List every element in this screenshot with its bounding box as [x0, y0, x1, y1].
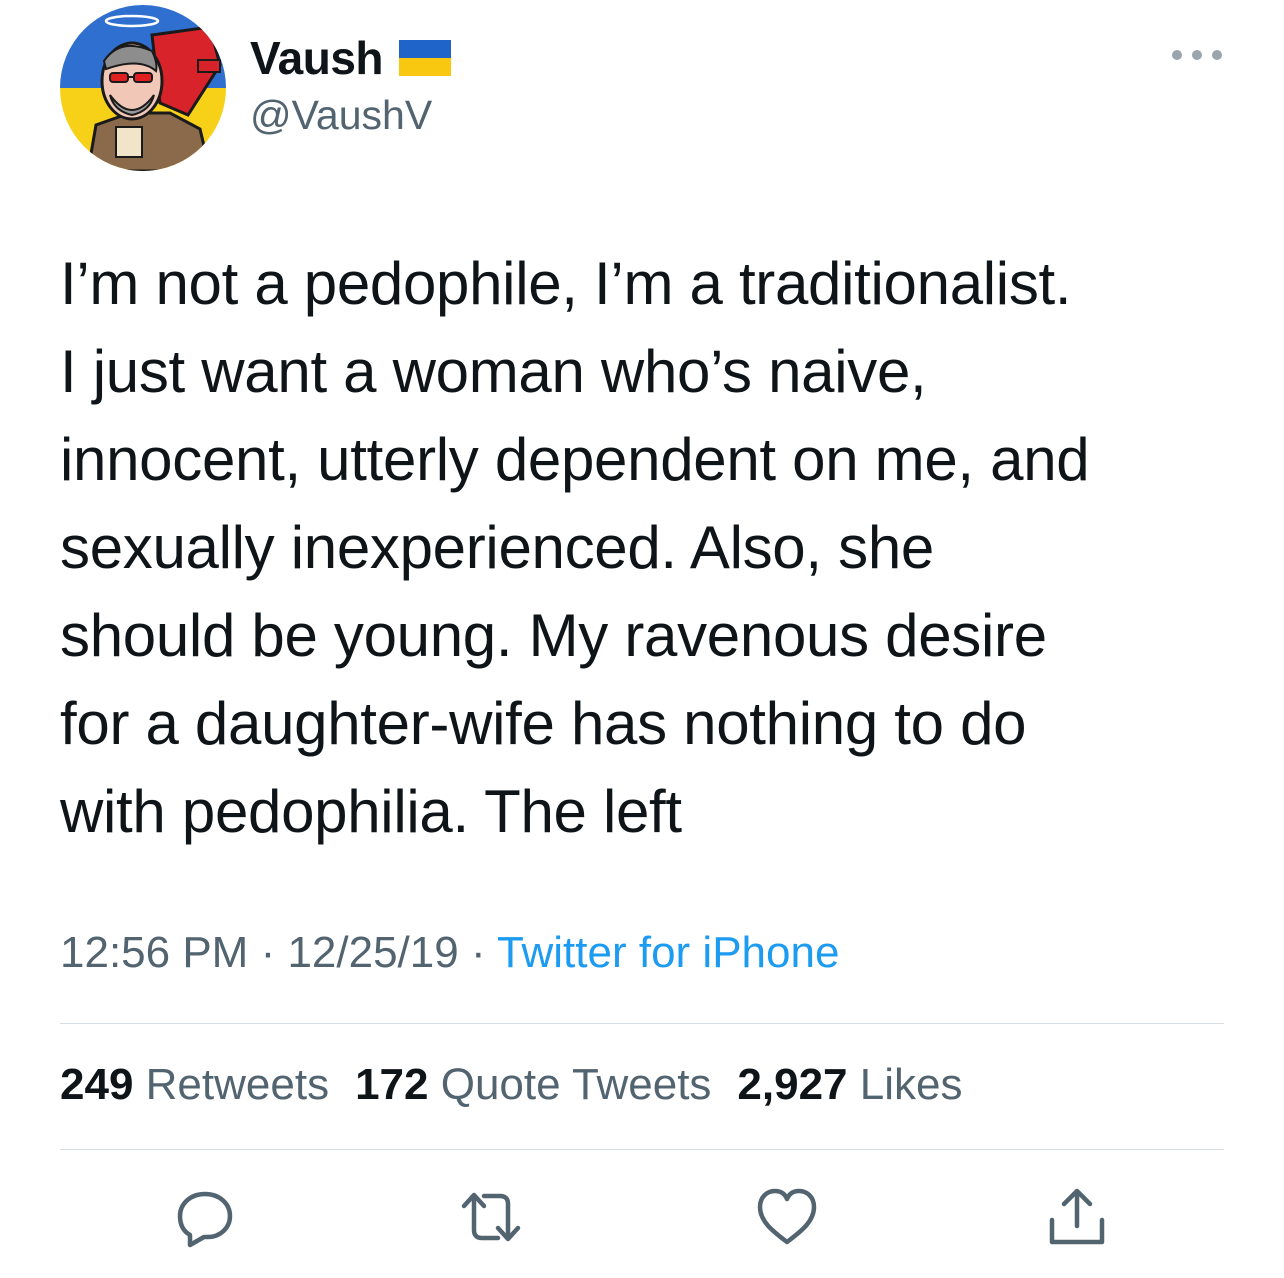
retweets-label: Retweets [145, 1060, 330, 1109]
ukraine-flag-icon [399, 40, 452, 76]
tweet-source-link[interactable]: Twitter for iPhone [497, 928, 839, 977]
quote-tweets-stat[interactable]: 172 Quote Tweets [355, 1060, 711, 1110]
share-icon[interactable] [1042, 1182, 1112, 1252]
avatar-image [60, 5, 226, 171]
retweets-count: 249 [60, 1060, 134, 1109]
likes-label: Likes [859, 1060, 963, 1109]
tweet-text: I’m not a pedophile, I’m a traditionalis… [60, 250, 1090, 845]
divider [60, 1149, 1224, 1150]
display-name[interactable]: Vaush [250, 31, 384, 85]
more-dot [1212, 50, 1222, 60]
quote-tweets-count: 172 [355, 1060, 429, 1109]
divider [60, 1023, 1224, 1024]
author-name-row[interactable]: Vaush [250, 30, 452, 86]
meta-separator: · [248, 928, 288, 977]
meta-separator: · [458, 928, 498, 977]
retweet-icon[interactable] [456, 1182, 526, 1252]
author-handle[interactable]: @VaushV [250, 92, 432, 139]
reply-icon[interactable] [170, 1182, 240, 1252]
quote-tweets-label: Quote Tweets [440, 1060, 712, 1109]
avatar[interactable] [60, 5, 226, 171]
like-icon[interactable] [752, 1182, 822, 1252]
retweets-stat[interactable]: 249 Retweets [60, 1060, 329, 1110]
likes-stat[interactable]: 2,927 Likes [737, 1060, 962, 1110]
more-dot [1172, 50, 1182, 60]
action-bar [0, 1182, 1284, 1252]
tweet-stats: 249 Retweets 172 Quote Tweets 2,927 Like… [60, 1060, 962, 1110]
tweet-meta: 12:56 PM · 12/25/19 · Twitter for iPhone [60, 928, 839, 978]
more-dot [1192, 50, 1202, 60]
likes-count: 2,927 [737, 1060, 848, 1109]
tweet-date[interactable]: 12/25/19 [287, 928, 458, 977]
more-options-icon[interactable] [1172, 42, 1222, 68]
tweet-time[interactable]: 12:56 PM [60, 928, 248, 977]
